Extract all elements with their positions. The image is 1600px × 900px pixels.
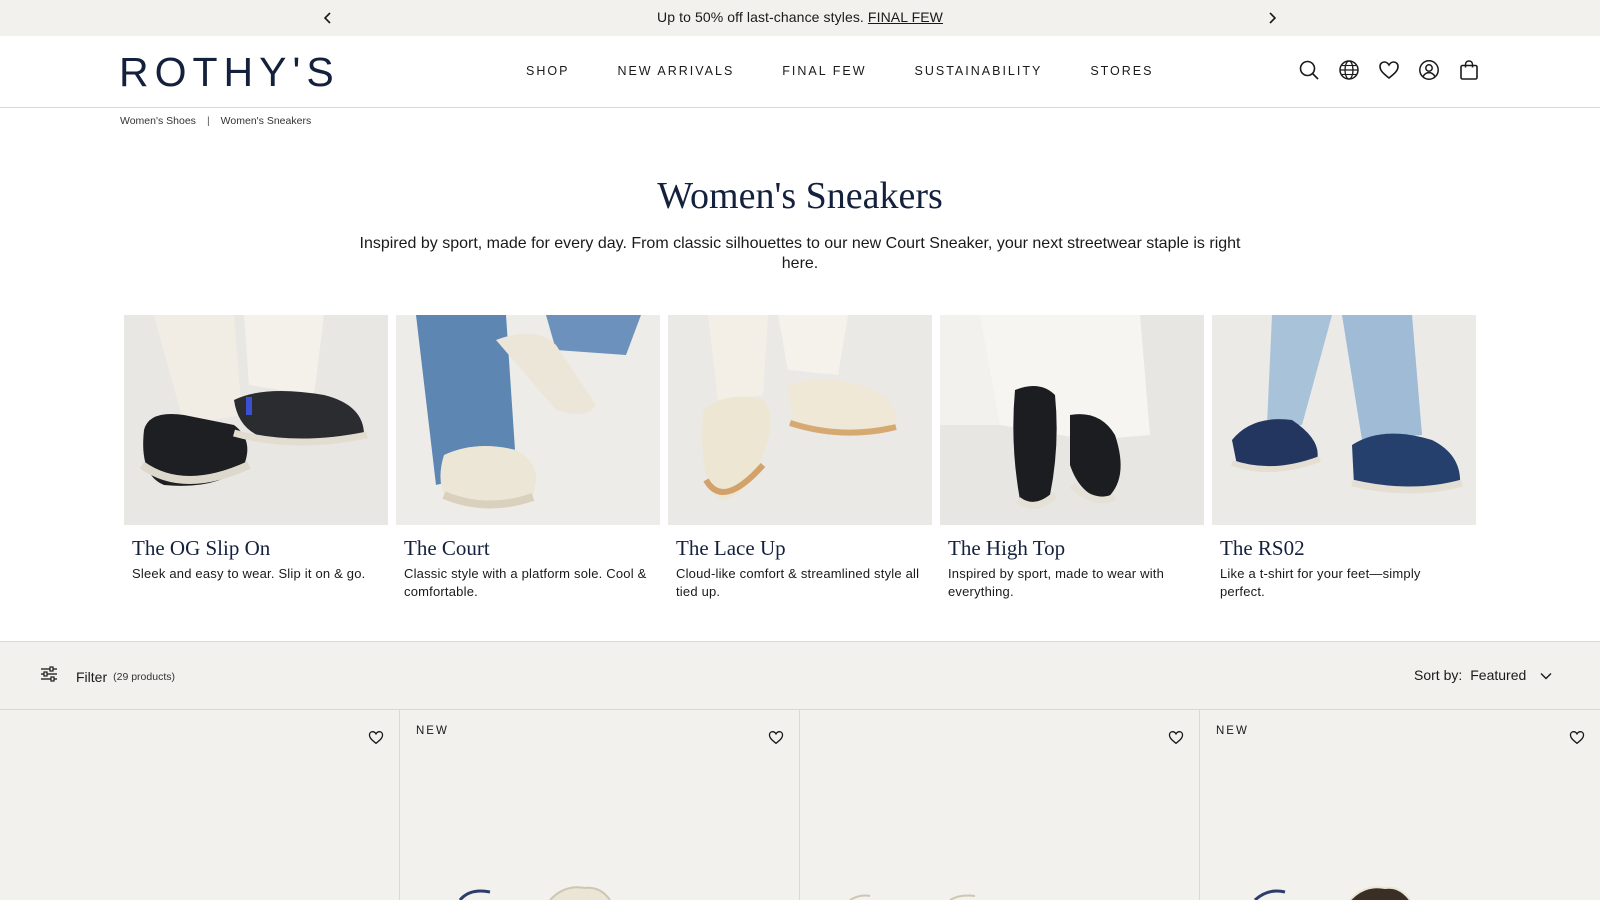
wishlist-heart-icon[interactable] [767, 728, 785, 746]
tile-the-court-name: The Court [404, 536, 490, 560]
wishlist-heart-icon[interactable] [1167, 728, 1185, 746]
tile-the-lace-up-desc: Cloud-like comfort & streamlined style a… [676, 566, 920, 599]
page-description: Inspired by sport, made for every day. F… [359, 235, 1241, 272]
tile-the-high-top-name: The High Top [948, 536, 1066, 560]
product-count: (29 products) [113, 670, 175, 683]
the-lace-up-image [668, 315, 932, 525]
product-badge: NEW [416, 725, 449, 737]
filter-label: Filter [76, 668, 108, 685]
tile-og-slip-on-name: The OG Slip On [132, 536, 271, 560]
product-grid: NEW NEW [0, 710, 1600, 900]
wishlist-heart-icon[interactable] [1568, 728, 1586, 746]
tile-og-slip-on-desc: Sleek and easy to wear. Slip it on & go. [132, 566, 366, 581]
filter-bar: Filter (29 products) Sort by: Featured [0, 641, 1600, 710]
tile-the-court-desc: Classic style with a platform sole. Cool… [404, 566, 647, 599]
tile-the-lace-up-name: The Lace Up [676, 536, 786, 560]
tile-the-lace-up[interactable]: The Lace Up Cloud-like comfort & streaml… [668, 315, 932, 601]
nav-new-arrivals[interactable]: NEW ARRIVALS [617, 64, 734, 78]
nav-final-few[interactable]: FINAL FEW [782, 64, 866, 78]
product-badge: NEW [1216, 725, 1249, 737]
header-icons [1298, 59, 1480, 81]
product-image [458, 886, 611, 900]
nav-sustainability[interactable]: SUSTAINABILITY [915, 64, 1043, 78]
tile-the-rs02-name: The RS02 [1220, 536, 1305, 560]
nav-shop[interactable]: SHOP [526, 64, 569, 78]
filter-button[interactable]: Filter (29 products) [40, 666, 175, 687]
breadcrumb-womens-shoes[interactable]: Women's Shoes [120, 115, 196, 127]
bag-icon[interactable] [1458, 59, 1480, 81]
the-court-image [396, 315, 660, 525]
sort-value: Featured [1470, 667, 1527, 683]
wishlist-heart-icon[interactable] [367, 728, 385, 746]
sort-label: Sort by: [1414, 667, 1463, 683]
final-few-link[interactable]: FINAL FEW [868, 9, 943, 25]
announcement-message: Up to 50% off last-chance styles. FINAL F… [0, 9, 1600, 25]
product-card[interactable] [0, 710, 400, 900]
chevron-down-icon [1540, 667, 1552, 683]
product-image [1253, 886, 1411, 900]
product-card[interactable]: NEW [1200, 710, 1600, 900]
product-card[interactable] [800, 710, 1200, 900]
og-slip-on-image [124, 315, 388, 525]
page-title: Women's Sneakers [657, 175, 943, 217]
heart-icon[interactable] [1378, 59, 1400, 81]
tile-the-rs02[interactable]: The RS02 Like a t-shirt for your feet—si… [1212, 315, 1476, 601]
logo[interactable]: ROTHY'S [119, 52, 340, 93]
announcement-bar: Up to 50% off last-chance styles. FINAL F… [0, 0, 1600, 36]
tile-og-slip-on[interactable]: The OG Slip On Sleek and easy to wear. S… [124, 315, 388, 601]
product-card[interactable]: NEW [400, 710, 800, 900]
main-nav: SHOP NEW ARRIVALS FINAL FEW SUSTAINABILI… [526, 64, 1153, 78]
breadcrumb: Women's Shoes | Women's Sneakers [120, 115, 311, 127]
search-icon[interactable] [1298, 59, 1320, 81]
nav-stores[interactable]: STORES [1090, 64, 1153, 78]
product-image [849, 894, 976, 900]
filter-sliders-icon [40, 666, 58, 687]
globe-icon[interactable] [1338, 59, 1360, 81]
tile-the-high-top-desc: Inspired by sport, made to wear with eve… [948, 566, 1165, 599]
chevron-right-icon[interactable] [1262, 8, 1282, 28]
sort-dropdown[interactable]: Sort by: Featured [1414, 667, 1552, 683]
the-high-top-image [940, 315, 1204, 525]
breadcrumb-womens-sneakers[interactable]: Women's Sneakers [221, 115, 312, 127]
account-icon[interactable] [1418, 59, 1440, 81]
announcement-text: Up to 50% off last-chance styles. [657, 9, 864, 25]
the-rs02-image [1212, 315, 1476, 525]
breadcrumb-separator: | [206, 115, 210, 127]
tile-the-rs02-desc: Like a t-shirt for your feet—simply perf… [1220, 566, 1421, 599]
tile-the-court[interactable]: The Court Classic style with a platform … [396, 315, 660, 601]
tile-the-high-top[interactable]: The High Top Inspired by sport, made to … [940, 315, 1204, 601]
category-tiles: The OG Slip On Sleek and easy to wear. S… [124, 315, 1476, 601]
site-header: ROTHY'S SHOP NEW ARRIVALS FINAL FEW SUST… [0, 36, 1600, 108]
